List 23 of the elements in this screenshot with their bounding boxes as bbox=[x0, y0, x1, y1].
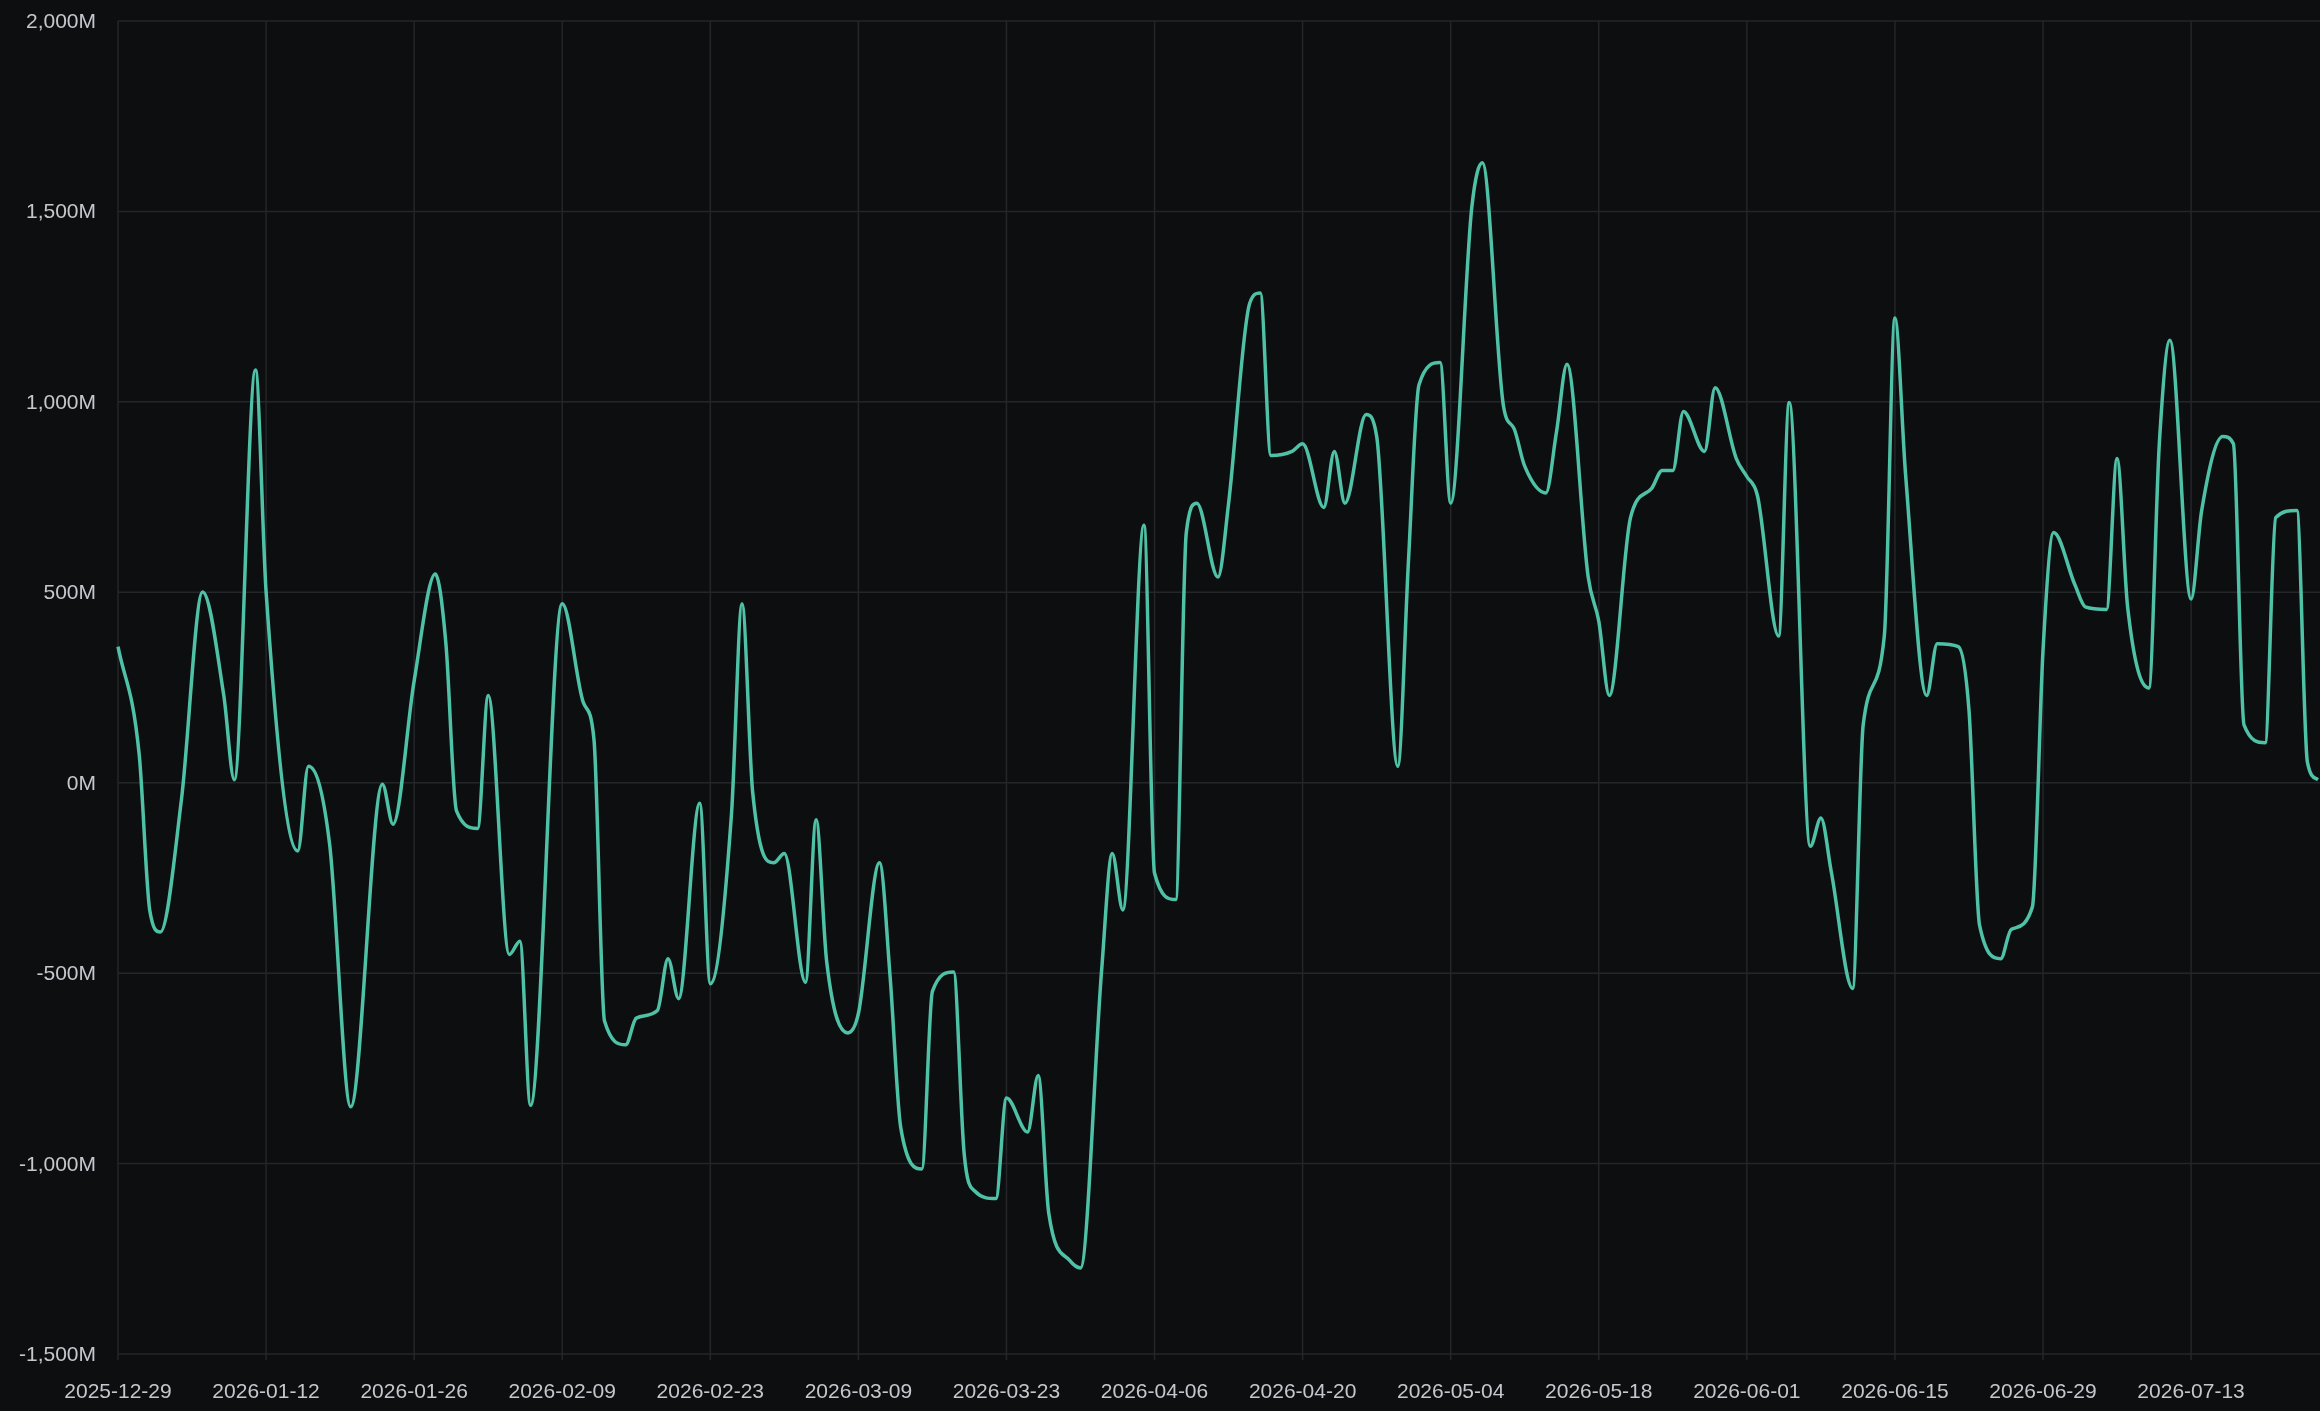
y-tick-label: 1,500M bbox=[25, 199, 96, 223]
x-tick-label: 2026-05-04 bbox=[1397, 1379, 1505, 1402]
x-tick-label: 2026-04-20 bbox=[1248, 1379, 1357, 1402]
y-tick-label: 500M bbox=[43, 580, 96, 604]
y-tick-label: -1,500M bbox=[18, 1342, 96, 1365]
y-tick-label: 1,000M bbox=[25, 389, 96, 413]
x-tick-label: 2026-06-15 bbox=[1841, 1379, 1949, 1402]
x-tick-label: 2026-06-29 bbox=[1989, 1379, 2097, 1402]
x-tick-label: 2026-01-12 bbox=[212, 1379, 320, 1402]
x-tick-label: 2025-12-29 bbox=[64, 1379, 172, 1402]
y-tick-label: -1,000M bbox=[18, 1151, 96, 1175]
x-tick-label: 2026-05-18 bbox=[1545, 1379, 1653, 1402]
x-tick-label: 2026-03-23 bbox=[952, 1379, 1061, 1402]
x-tick-label: 2026-06-01 bbox=[1693, 1379, 1801, 1402]
x-tick-label: 2026-07-13 bbox=[2137, 1379, 2245, 1402]
x-tick-label: 2026-03-09 bbox=[804, 1379, 913, 1402]
x-tick-label: 2026-04-06 bbox=[1100, 1379, 1209, 1402]
y-tick-label: -500M bbox=[36, 961, 96, 985]
x-tick-label: 2026-01-26 bbox=[360, 1379, 468, 1402]
x-tick-label: 2026-02-23 bbox=[656, 1379, 764, 1402]
y-tick-label: 2,000M bbox=[25, 9, 96, 32]
y-tick-label: 0M bbox=[66, 770, 96, 794]
x-tick-label: 2026-02-09 bbox=[508, 1379, 616, 1402]
